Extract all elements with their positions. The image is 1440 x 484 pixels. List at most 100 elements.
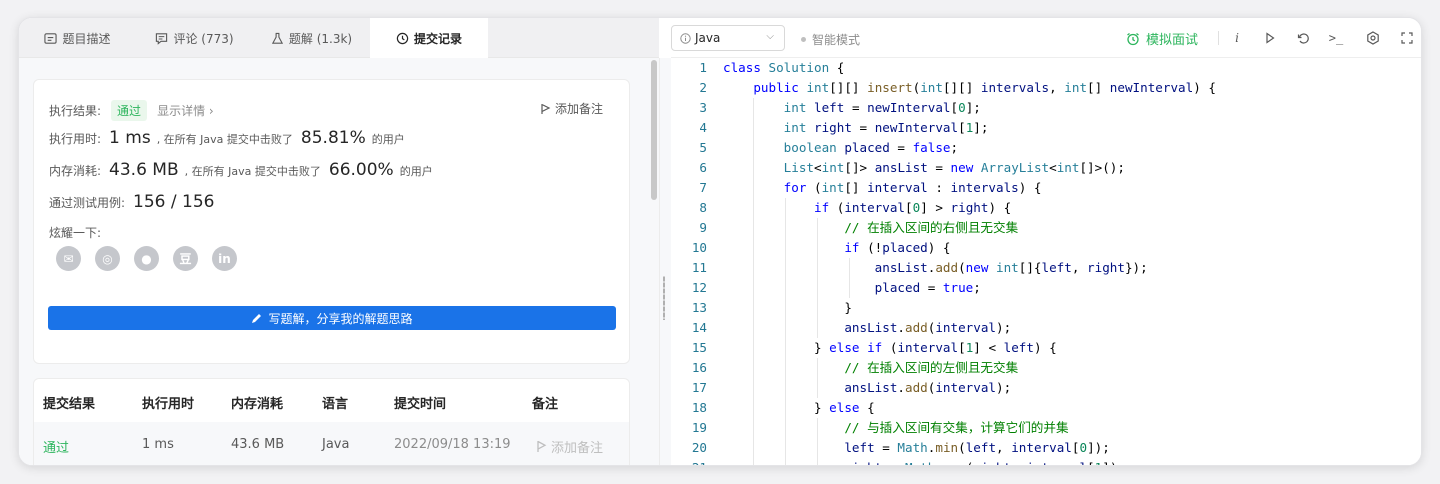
fullscreen-icon[interactable] xyxy=(1398,29,1416,47)
console-icon[interactable]: >_ xyxy=(1327,29,1345,47)
editor-panel: Java ⌵ 智能模式 模拟面试 i >_ 1 class Solution {… xyxy=(671,18,1421,465)
memory-beat-text: , 在所有 Java 提交中击败了 xyxy=(184,165,321,178)
mock-interview-button[interactable]: 模拟面试 xyxy=(1126,29,1198,48)
code-text: ansList.add(interval); xyxy=(844,380,1012,395)
tab-label: 题目描述 xyxy=(62,31,111,46)
tab-description[interactable]: 题目描述 xyxy=(19,18,136,58)
memory-row: 内存消耗: 43.6 MB , 在所有 Java 提交中击败了 66.00% 的… xyxy=(49,160,433,180)
clock-icon xyxy=(396,32,409,44)
line-number: 11 xyxy=(691,260,707,275)
col-header-time: 提交时间 xyxy=(394,397,447,412)
row-add-note-button[interactable]: 添加备注 xyxy=(536,437,603,456)
code-line: 13 } xyxy=(671,298,1421,318)
code-text: class Solution { xyxy=(723,60,845,75)
runtime-label: 执行用时: xyxy=(49,132,102,146)
code-text: right = Math.max(right, interval[1]); xyxy=(723,458,1125,465)
table-row[interactable]: 通过 1 ms 43.6 MB Java 2022/09/18 13:19 添加… xyxy=(34,422,629,465)
line-number: 3 xyxy=(699,100,707,115)
col-header-runtime: 执行用时 xyxy=(142,397,195,412)
code-line: 9 // 在插入区间的右侧且无交集 xyxy=(671,218,1421,238)
linkedin-icon[interactable]: in xyxy=(212,246,237,271)
code-text: } else { xyxy=(723,400,875,415)
memory-percent: 66.00% xyxy=(328,160,394,180)
line-number: 2 xyxy=(699,80,707,95)
row-language: Java xyxy=(322,437,350,452)
line-number: 15 xyxy=(691,340,707,355)
flag-icon xyxy=(541,103,551,114)
douban-icon[interactable]: 豆 xyxy=(173,246,198,271)
code-text: if (interval[0] > right) { xyxy=(814,200,1012,215)
tests-value: 156 / 156 xyxy=(133,192,215,212)
code-text: left = Math.min(left, interval[0]); xyxy=(844,440,1110,455)
drag-handle-icon[interactable] xyxy=(663,276,665,320)
code-line: 6 List<int[]> ansList = new ArrayList<in… xyxy=(671,158,1421,178)
line-number: 5 xyxy=(699,140,707,155)
tab-bar: 题目描述 评论 (773) 题解 (1.3k) 提交记录 xyxy=(19,18,659,58)
code-text: ansList.add(interval); xyxy=(844,320,1012,335)
code-line: 20 left = Math.min(left, interval[0]); xyxy=(671,438,1421,458)
code-line: 4 int right = newInterval[1]; xyxy=(671,118,1421,138)
toolbar-divider xyxy=(1218,31,1219,45)
code-line: 7 for (int[] interval : intervals) { xyxy=(671,178,1421,198)
write-solution-button[interactable]: 写题解，分享我的解题思路 xyxy=(48,306,616,330)
code-line: 3 int left = newInterval[0]; xyxy=(671,98,1421,118)
run-icon[interactable] xyxy=(1261,29,1279,47)
share-label: 炫耀一下: xyxy=(49,226,102,240)
row-submit-time: 2022/09/18 13:19 xyxy=(394,437,511,452)
col-header-language: 语言 xyxy=(322,397,349,412)
runtime-beat-text: , 在所有 Java 提交中击败了 xyxy=(156,133,293,146)
reset-icon[interactable] xyxy=(1294,29,1312,47)
code-line: 19 // 与插入区间有交集，计算它们的并集 xyxy=(671,418,1421,438)
tab-comments[interactable]: 评论 (773) xyxy=(136,18,253,58)
mode-dot-icon xyxy=(801,37,806,42)
code-editor[interactable]: 1 class Solution { 2 public int[][] inser… xyxy=(671,58,1421,465)
submissions-table: 提交结果 执行用时 内存消耗 语言 提交时间 备注 通过 1 ms 43.6 M… xyxy=(33,378,630,465)
info-icon xyxy=(680,32,691,44)
language-select[interactable]: Java ⌵ xyxy=(671,25,785,51)
settings-icon[interactable] xyxy=(1364,29,1382,47)
line-number: 6 xyxy=(699,160,707,175)
add-note-button[interactable]: 添加备注 xyxy=(540,100,603,117)
app-window: 题目描述 评论 (773) 题解 (1.3k) 提交记录 执行结果: 通过 显示… xyxy=(18,17,1422,466)
code-line: 10 if (!placed) { xyxy=(671,238,1421,258)
weibo-icon[interactable]: ◎ xyxy=(95,246,120,271)
tab-solutions[interactable]: 题解 (1.3k) xyxy=(253,18,370,58)
memory-value: 43.6 MB xyxy=(109,160,179,180)
show-details-link[interactable]: 显示详情 › xyxy=(157,102,214,119)
code-text: int right = newInterval[1]; xyxy=(783,120,989,135)
info-italic-icon[interactable]: i xyxy=(1228,29,1246,47)
code-line: 11 ansList.add(new int[]{left, right}); xyxy=(671,258,1421,278)
flag-icon xyxy=(537,440,547,452)
code-text: // 与插入区间有交集，计算它们的并集 xyxy=(844,420,1069,435)
line-number: 10 xyxy=(691,240,707,255)
code-line: 14 ansList.add(interval); xyxy=(671,318,1421,338)
tests-label: 通过测试用例: xyxy=(49,196,126,210)
editor-toolbar: Java ⌵ 智能模式 模拟面试 i >_ xyxy=(671,18,1421,58)
exec-result-row: 执行结果: 通过 显示详情 › xyxy=(49,100,214,121)
line-number: 17 xyxy=(691,380,707,395)
write-solution-label: 写题解，分享我的解题思路 xyxy=(268,311,413,326)
line-number: 19 xyxy=(691,420,707,435)
code-line: 15 } else if (interval[1] < left) { xyxy=(671,338,1421,358)
smart-mode-toggle[interactable]: 智能模式 xyxy=(801,31,860,48)
code-text: public int[][] insert(int[][] intervals,… xyxy=(753,80,1216,95)
row-status[interactable]: 通过 xyxy=(43,437,69,456)
panel-splitter[interactable] xyxy=(659,58,671,465)
tab-submissions[interactable]: 提交记录 xyxy=(370,18,488,58)
flask-icon xyxy=(271,32,283,44)
exec-result-label: 执行结果: xyxy=(49,104,102,118)
line-number: 18 xyxy=(691,400,707,415)
users-suffix: 的用户 xyxy=(371,133,405,146)
language-value: Java xyxy=(695,31,721,45)
code-line: 5 boolean placed = false; xyxy=(671,138,1421,158)
row-note-label: 添加备注 xyxy=(551,441,604,456)
col-header-note: 备注 xyxy=(532,397,559,412)
code-text: if (!placed) { xyxy=(844,240,951,255)
wechat-icon[interactable]: ✉ xyxy=(56,246,81,271)
qq-icon[interactable]: ● xyxy=(134,246,159,271)
code-line: 18 } else { xyxy=(671,398,1421,418)
left-panel: 题目描述 评论 (773) 题解 (1.3k) 提交记录 执行结果: 通过 显示… xyxy=(19,18,659,465)
add-note-label: 添加备注 xyxy=(554,102,603,116)
left-scrollbar[interactable] xyxy=(651,60,657,200)
line-number: 4 xyxy=(699,120,707,135)
